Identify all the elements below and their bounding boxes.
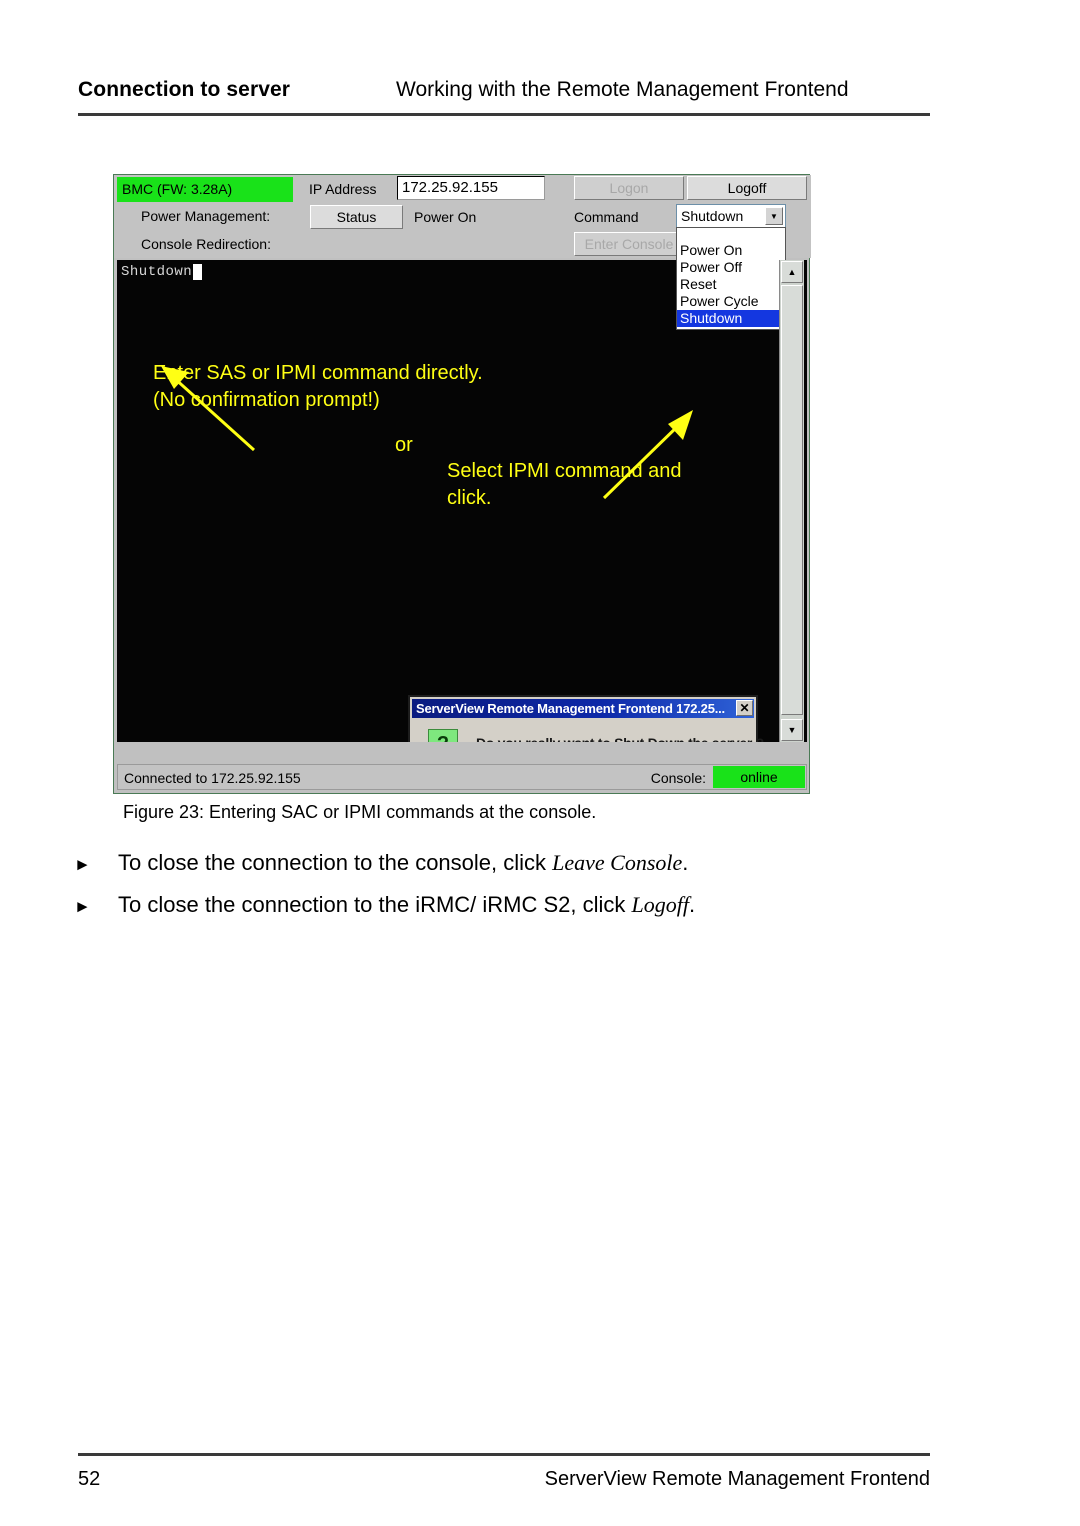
annotation-enter-command-line2: (No confirmation prompt!): [153, 389, 380, 411]
dialog-title-bar[interactable]: ServerView Remote Management Frontend 17…: [412, 699, 754, 718]
dropdown-option-power-cycle[interactable]: Power Cycle: [677, 293, 785, 310]
dropdown-option-power-off[interactable]: Power Off: [677, 259, 785, 276]
console-typed-command: Shutdown: [121, 264, 193, 280]
ip-address-input[interactable]: 172.25.92.155: [397, 176, 545, 200]
logoff-button[interactable]: Logoff: [687, 176, 807, 200]
ip-address-label: IP Address: [309, 181, 377, 197]
console-redirection-label: Console Redirection:: [141, 236, 271, 252]
status-bar: Connected to 172.25.92.155 Console: onli…: [117, 764, 807, 790]
scrollbar-thumb[interactable]: [781, 285, 803, 715]
footer-divider: [78, 1453, 930, 1456]
question-mark-icon: ?: [428, 729, 458, 742]
connection-status-text: Connected to 172.25.92.155: [124, 770, 301, 786]
console-prompt-line: Shutdown: [121, 264, 203, 280]
bmc-firmware-badge: BMC (FW: 3.28A): [117, 177, 293, 202]
list-item-text: To close the connection to the iRMC/ iRM…: [118, 890, 695, 920]
list-item-text: To close the connection to the console, …: [118, 848, 688, 878]
dialog-message: Do you really want to Shut Down the serv…: [476, 735, 764, 742]
page-header: Connection to server Working with the Re…: [78, 78, 930, 102]
power-management-label: Power Management:: [141, 208, 271, 224]
annotation-or: or: [395, 434, 413, 456]
dropdown-option-power-on[interactable]: Power On: [677, 242, 785, 259]
console-terminal[interactable]: Shutdown Enter SAS or IPMI command direc…: [117, 260, 807, 742]
annotation-select-command: Select IPMI command and click.: [447, 458, 717, 512]
header-divider: [78, 113, 930, 116]
command-label: Command: [574, 209, 639, 225]
console-status-badge: online: [713, 766, 805, 788]
console-vertical-scrollbar[interactable]: ▲ ▼: [779, 260, 804, 742]
header-left-title: Connection to server: [78, 78, 291, 101]
page-number: 52: [78, 1468, 101, 1490]
dropdown-top-spacer: [677, 228, 785, 242]
power-state-value: Power On: [414, 209, 477, 225]
list-item-text-emphasis: Logoff: [631, 892, 689, 917]
annotation-enter-command: Enter SAS or IPMI command directly. (No …: [153, 360, 573, 414]
command-select-value: Shutdown: [681, 208, 744, 224]
close-icon[interactable]: ✕: [736, 700, 753, 716]
command-select[interactable]: Shutdown ▼: [676, 204, 786, 228]
list-item: ► To close the connection to the iRMC/ i…: [72, 890, 932, 920]
dropdown-option-shutdown[interactable]: Shutdown: [677, 310, 785, 327]
figure-caption: Figure 23: Entering SAC or IPMI commands…: [123, 802, 597, 822]
page-footer: 52 ServerView Remote Management Frontend: [78, 1468, 930, 1491]
annotation-select-command-line1: Select IPMI command and: [447, 460, 682, 482]
dialog-title-text: ServerView Remote Management Frontend 17…: [416, 701, 725, 716]
triangle-right-icon: ►: [74, 897, 91, 916]
scroll-down-icon[interactable]: ▼: [781, 719, 803, 741]
scroll-up-icon[interactable]: ▲: [781, 261, 803, 283]
list-item-text-before: To close the connection to the iRMC/ iRM…: [118, 892, 632, 917]
dropdown-option-reset[interactable]: Reset: [677, 276, 785, 293]
footer-document-title: ServerView Remote Management Frontend: [544, 1468, 930, 1490]
logon-button[interactable]: Logon: [574, 176, 684, 200]
console-status-label: Console:: [650, 770, 706, 786]
status-button[interactable]: Status: [310, 205, 403, 229]
instruction-list: ► To close the connection to the console…: [72, 848, 932, 932]
chevron-down-icon[interactable]: ▼: [765, 207, 783, 225]
list-item-text-after: .: [689, 892, 696, 917]
header-right-title: Working with the Remote Management Front…: [396, 78, 849, 101]
list-item-text-after: .: [682, 850, 689, 875]
list-item: ► To close the connection to the console…: [72, 848, 932, 878]
triangle-right-icon: ►: [74, 855, 91, 874]
enter-console-button[interactable]: Enter Console: [574, 232, 684, 256]
list-item-text-emphasis: Leave Console: [552, 850, 683, 875]
remote-management-frontend-window: BMC (FW: 3.28A) Power Management: Consol…: [113, 174, 811, 794]
list-item-text-before: To close the connection to the console, …: [118, 850, 553, 875]
annotation-select-command-line2: click.: [447, 487, 492, 509]
command-dropdown-list[interactable]: Power On Power Off Reset Power Cycle Shu…: [676, 227, 786, 330]
annotation-enter-command-line1: Enter SAS or IPMI command directly.: [153, 362, 483, 384]
text-cursor-icon: [193, 264, 203, 280]
confirmation-dialog: ServerView Remote Management Frontend 17…: [408, 695, 764, 742]
